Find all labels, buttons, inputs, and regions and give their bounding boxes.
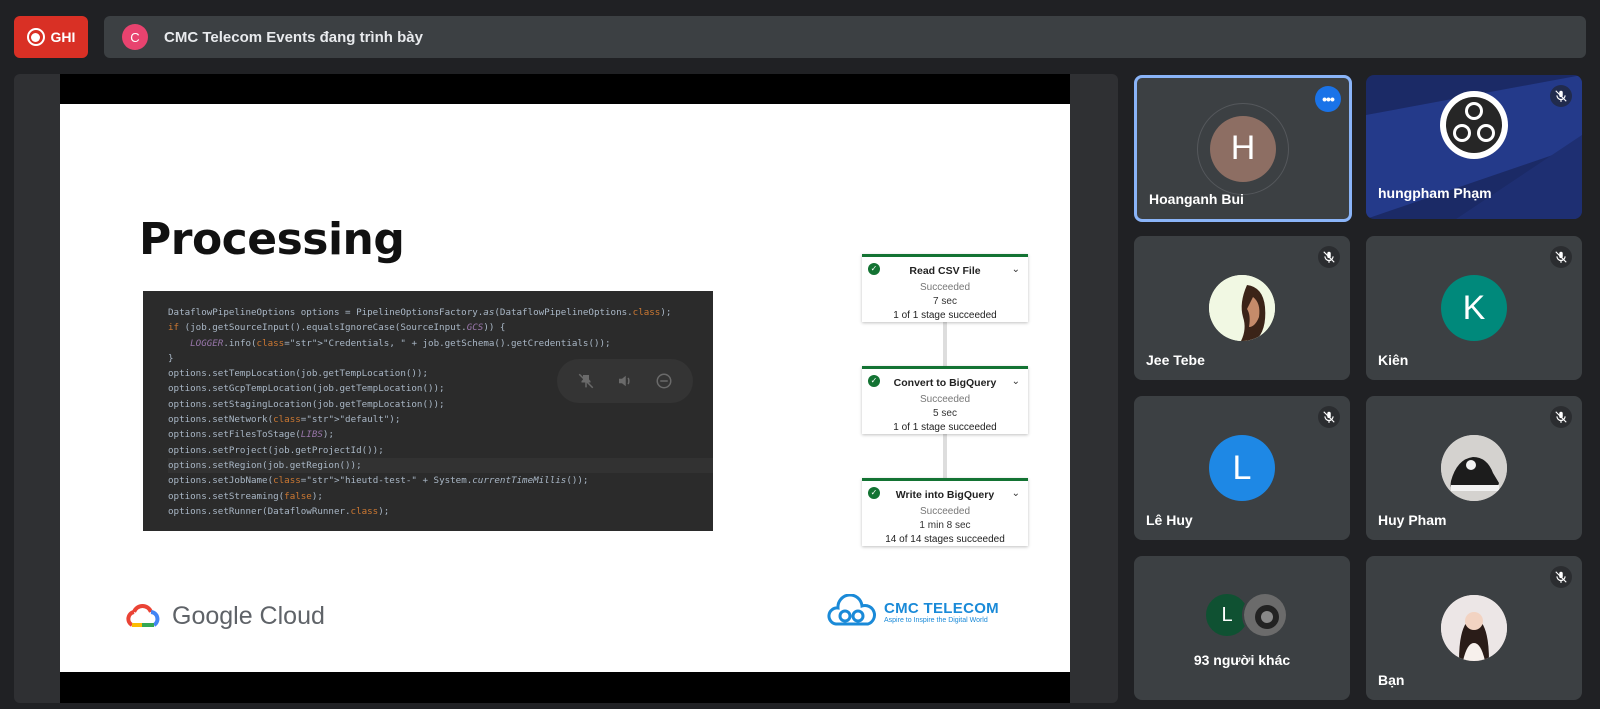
avatar: L bbox=[1209, 435, 1275, 501]
slide: Processing DataflowPipelineOptions optio… bbox=[60, 104, 1070, 672]
mic-off-icon bbox=[1550, 566, 1572, 588]
avatar bbox=[1441, 435, 1507, 501]
step-status: Succeeded bbox=[919, 282, 971, 293]
step-status: Succeeded bbox=[919, 506, 971, 517]
remove-icon[interactable] bbox=[653, 370, 675, 392]
code-line: options.setGcpTempLocation(job.getTempLo… bbox=[168, 383, 445, 395]
code-line-highlighted: options.setRegion(job.getRegion()); bbox=[168, 457, 713, 474]
step-stages: 1 of 1 stage succeeded bbox=[893, 310, 997, 321]
code-snippet: DataflowPipelineOptions options = Pipeli… bbox=[143, 291, 713, 531]
code-line: options.setStreaming(false); bbox=[168, 490, 323, 502]
chevron-down-icon: ⌄ bbox=[1011, 264, 1020, 275]
dataflow-pipeline: ✓ ⌄ Read CSV File Succeeded 7 sec 1 of 1… bbox=[862, 254, 1028, 546]
mic-off-icon bbox=[1318, 406, 1340, 428]
step-status: Succeeded bbox=[919, 394, 971, 405]
step-name: Write into BigQuery bbox=[895, 489, 995, 501]
pipeline-step: ✓ ⌄ Write into BigQuery Succeeded 1 min … bbox=[862, 478, 1028, 546]
presenter-bar: C CMC Telecom Events đang trình bày bbox=[104, 16, 1586, 58]
step-time: 1 min 8 sec bbox=[919, 520, 971, 531]
pipeline-step: ✓ ⌄ Read CSV File Succeeded 7 sec 1 of 1… bbox=[862, 254, 1028, 322]
record-label: GHI bbox=[50, 29, 76, 45]
cmc-slogan: Aspire to Inspire the Digital World bbox=[884, 617, 988, 624]
pipeline-connector bbox=[943, 322, 947, 366]
step-stages: 1 of 1 stage succeeded bbox=[893, 422, 997, 433]
participant-name: Jee Tebe bbox=[1146, 352, 1205, 368]
code-line: if (job.getSourceInput().equalsIgnoreCas… bbox=[168, 322, 506, 334]
presenter-avatar: C bbox=[122, 24, 148, 50]
check-icon: ✓ bbox=[868, 263, 880, 275]
code-line: DataflowPipelineOptions options = Pipeli… bbox=[168, 307, 672, 318]
cmc-name: CMC TELECOM bbox=[884, 600, 999, 617]
code-line: options.setProject(job.getProjectId()); bbox=[168, 444, 384, 456]
avatar: H bbox=[1210, 115, 1276, 182]
step-stages: 14 of 14 stages succeeded bbox=[885, 534, 1005, 545]
participant-tile-you[interactable]: Bạn bbox=[1366, 556, 1582, 700]
avatar bbox=[1209, 275, 1275, 341]
participant-name: Hoanganh Bui bbox=[1149, 191, 1244, 207]
avatar bbox=[1441, 595, 1507, 661]
participant-name: Bạn bbox=[1378, 672, 1405, 688]
code-line: options.setRunner(DataflowRunner.class); bbox=[168, 505, 390, 517]
more-options-button[interactable]: ••• bbox=[1315, 86, 1341, 112]
step-time: 5 sec bbox=[933, 408, 957, 419]
media-controls[interactable] bbox=[557, 359, 693, 403]
volume-icon[interactable] bbox=[614, 370, 636, 392]
presentation-stage: Processing DataflowPipelineOptions optio… bbox=[14, 74, 1118, 703]
avatar-photo bbox=[1242, 592, 1288, 638]
pin-off-icon[interactable] bbox=[575, 370, 597, 392]
others-count-label: 93 người khác bbox=[1193, 652, 1291, 668]
step-name: Read CSV File bbox=[909, 265, 981, 277]
code-line: } bbox=[168, 352, 174, 364]
obs-logo-icon bbox=[1440, 91, 1508, 159]
check-icon: ✓ bbox=[868, 375, 880, 387]
google-cloud-label: Google Cloud bbox=[172, 602, 325, 630]
participant-name: Lê Huy bbox=[1146, 512, 1193, 528]
step-time: 7 sec bbox=[933, 296, 957, 307]
chevron-down-icon: ⌄ bbox=[1011, 488, 1020, 499]
cmc-cloud-icon bbox=[827, 594, 876, 626]
chevron-down-icon: ⌄ bbox=[1011, 376, 1020, 387]
cmc-telecom-logo: CMC TELECOM Aspire to Inspire the Digita… bbox=[826, 594, 999, 630]
pipeline-step: ✓ ⌄ Convert to BigQuery Succeeded 5 sec … bbox=[862, 366, 1028, 434]
participant-tile-hoanganh-bui[interactable]: H ••• Hoanganh Bui bbox=[1134, 75, 1352, 222]
avatar: K bbox=[1441, 275, 1507, 341]
participant-name: Kiên bbox=[1378, 352, 1409, 368]
pipeline-connector bbox=[943, 434, 947, 478]
presenter-text: CMC Telecom Events đang trình bày bbox=[164, 28, 423, 46]
code-line: LOGGER.info(class="str">"Credentials, " … bbox=[190, 337, 611, 349]
participant-tile-others[interactable]: L 93 người khác bbox=[1134, 556, 1350, 700]
code-line: options.setJobName(class="str">"hieutd-t… bbox=[168, 475, 589, 487]
participant-tile-hungpham-pham[interactable]: hungpham Phạm bbox=[1366, 75, 1582, 219]
mic-off-icon bbox=[1550, 85, 1572, 107]
code-line: options.setNetwork(class="str">"default"… bbox=[168, 414, 401, 426]
code-line: options.setFilesToStage(LIBS); bbox=[168, 429, 334, 441]
step-name: Convert to BigQuery bbox=[893, 377, 997, 389]
participant-tile-le-huy[interactable]: L Lê Huy bbox=[1134, 396, 1350, 540]
check-icon: ✓ bbox=[868, 487, 880, 499]
participant-tile-jee-tebe[interactable]: Jee Tebe bbox=[1134, 236, 1350, 380]
google-cloud-icon bbox=[126, 603, 160, 627]
participant-tile-kien[interactable]: K Kiên bbox=[1366, 236, 1582, 380]
participant-tile-huy-pham[interactable]: Huy Pham bbox=[1366, 396, 1582, 540]
slide-frame: Processing DataflowPipelineOptions optio… bbox=[60, 74, 1070, 703]
mic-off-icon bbox=[1550, 406, 1572, 428]
mic-off-icon bbox=[1550, 246, 1572, 268]
code-line: options.setStagingLocation(job.getTempLo… bbox=[168, 398, 445, 410]
code-line: options.setTempLocation(job.getTempLocat… bbox=[168, 368, 428, 380]
google-cloud-logo: Google Cloud bbox=[124, 602, 325, 631]
participant-name: Huy Pham bbox=[1378, 512, 1447, 528]
mic-off-icon bbox=[1318, 246, 1340, 268]
record-icon bbox=[26, 28, 45, 46]
slide-title: Processing bbox=[139, 214, 405, 265]
participant-name: hungpham Phạm bbox=[1378, 185, 1492, 201]
record-button[interactable]: GHI bbox=[14, 16, 88, 58]
